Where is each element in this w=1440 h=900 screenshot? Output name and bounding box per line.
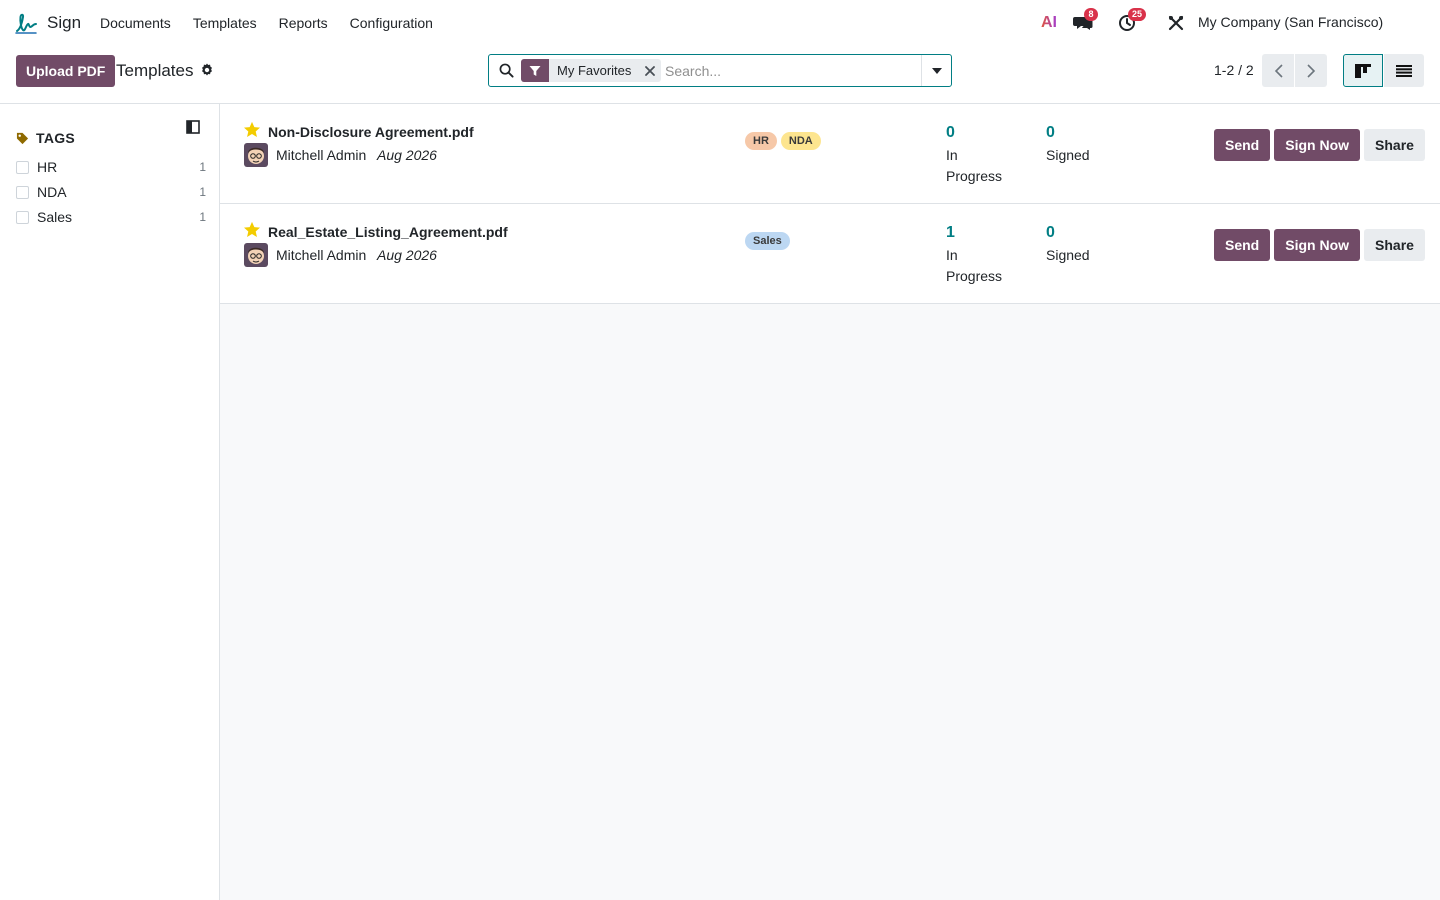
template-record[interactable]: Non-Disclosure Agreement.pdf Mitchell Ad… [220,104,1440,204]
filter-icon [521,59,549,82]
kanban-icon [1355,63,1371,78]
signed-count: 0 [1046,124,1055,141]
pager-value[interactable]: 1-2 / 2 [1214,62,1254,78]
menu-documents[interactable]: Documents [100,15,171,31]
chevron-left-icon [1274,63,1283,78]
tags-title: TAGS [36,130,76,146]
search-input[interactable] [665,60,915,82]
top-navbar: Sign Documents Templates Reports Configu… [0,0,1440,46]
search-options-toggle[interactable] [921,55,951,86]
in-progress-stat[interactable]: 1 In Progress [946,224,1008,287]
tag-pill-sales: Sales [745,232,790,250]
tags-header: TAGS [16,130,75,146]
share-button[interactable]: Share [1364,229,1425,261]
ai-icon[interactable]: AI [1038,12,1060,34]
debug-tools-icon[interactable] [1165,12,1187,34]
signed-stat[interactable]: 0 Signed [1046,224,1090,266]
menu-reports[interactable]: Reports [279,15,328,31]
upload-pdf-button[interactable]: Upload PDF [16,55,116,87]
in-progress-stat[interactable]: 0 In Progress [946,124,1008,187]
tag-filter-nda[interactable]: NDA 1 [16,182,206,202]
template-name: Non-Disclosure Agreement.pdf [268,124,474,140]
templates-list: Non-Disclosure Agreement.pdf Mitchell Ad… [220,104,1440,900]
in-progress-count: 1 [946,224,955,241]
template-record[interactable]: Real_Estate_Listing_Agreement.pdf Mitche… [220,204,1440,304]
menu-templates[interactable]: Templates [193,15,257,31]
record-actions: Send Sign Now Share [1214,229,1429,261]
tag-label: HR [37,159,58,175]
tag-checkbox[interactable] [16,210,29,224]
list-icon [1396,64,1412,77]
page-title: Templates [116,61,194,80]
in-progress-label: In Progress [946,247,1003,284]
caret-down-icon [931,67,942,74]
close-icon[interactable] [639,59,661,82]
chevron-right-icon [1306,63,1315,78]
company-switcher[interactable]: My Company (San Francisco) [1198,14,1383,30]
favorite-star-icon[interactable] [243,221,261,239]
tag-count: 1 [199,160,206,174]
control-panel: Upload PDF Templates My Favorites 1-2 / … [0,46,1440,104]
sign-now-button[interactable]: Sign Now [1274,129,1361,161]
tag-checkbox[interactable] [16,160,29,174]
activity-clock-icon[interactable]: 25 [1116,8,1147,34]
template-tags: HR NDA [745,132,825,150]
record-actions: Send Sign Now Share [1214,129,1429,161]
template-owner: Mitchell Admin [276,147,367,163]
pager-next-button[interactable] [1295,54,1327,87]
messages-badge: 8 [1084,8,1098,21]
tag-icon [16,132,29,144]
signed-stat[interactable]: 0 Signed [1046,124,1090,166]
tag-label: NDA [37,184,67,200]
signed-label: Signed [1046,247,1090,263]
tags-sidebar: TAGS HR 1 NDA 1 Sales 1 [0,104,220,900]
send-button[interactable]: Send [1214,129,1271,161]
app-name[interactable]: Sign [47,13,81,33]
share-button[interactable]: Share [1364,129,1425,161]
search-facet-favorites: My Favorites [521,59,662,82]
template-name: Real_Estate_Listing_Agreement.pdf [268,224,508,240]
tag-count: 1 [199,185,206,199]
send-button[interactable]: Send [1214,229,1271,261]
facet-label: My Favorites [557,63,632,78]
tag-label: Sales [37,209,73,225]
pager-previous-button[interactable] [1262,54,1294,87]
avatar [244,243,268,267]
list-view-button[interactable] [1384,54,1424,87]
template-date: Aug 2026 [377,247,437,263]
in-progress-label: In Progress [946,147,1003,184]
tag-pill-nda: NDA [780,132,821,150]
messages-icon[interactable]: 8 [1072,8,1098,34]
tag-filter-sales[interactable]: Sales 1 [16,207,206,227]
signed-label: Signed [1046,147,1090,163]
activities-badge: 25 [1128,8,1147,21]
search-icon[interactable] [499,63,514,78]
tag-count: 1 [199,210,206,224]
sign-now-button[interactable]: Sign Now [1274,229,1361,261]
search-bar: My Favorites [488,54,952,87]
kanban-view-button[interactable] [1343,54,1383,87]
gear-icon[interactable] [200,63,214,77]
signed-count: 0 [1046,224,1055,241]
main-menu: Documents Templates Reports Configuratio… [100,0,455,46]
tag-checkbox[interactable] [16,185,29,199]
template-owner: Mitchell Admin [276,247,367,263]
in-progress-count: 0 [946,124,955,141]
favorite-star-icon[interactable] [243,121,261,139]
template-tags: Sales [745,232,794,250]
tag-pill-hr: HR [745,132,777,150]
sign-app-icon[interactable] [14,11,38,35]
collapse-sidebar-icon[interactable] [186,120,200,134]
template-date: Aug 2026 [377,147,437,163]
tag-filter-hr[interactable]: HR 1 [16,157,206,177]
avatar [244,143,268,167]
menu-configuration[interactable]: Configuration [350,15,433,31]
